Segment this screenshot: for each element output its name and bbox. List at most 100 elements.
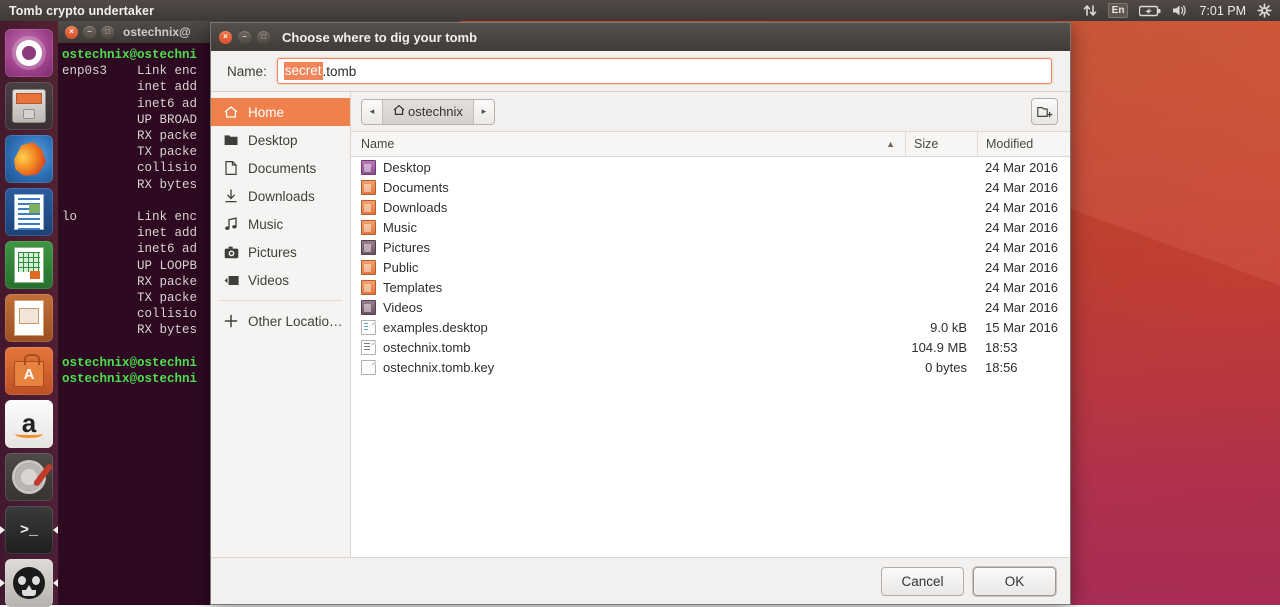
sidebar-item-desktop[interactable]: Desktop [211, 126, 350, 154]
ok-button[interactable]: OK [973, 567, 1056, 596]
libreoffice-calc-icon[interactable] [5, 241, 53, 289]
folder-icon [361, 200, 376, 215]
sidebar-item-pictures[interactable]: Pictures [211, 238, 350, 266]
file-modified-cell: 24 Mar 2016 [977, 220, 1070, 235]
file-row[interactable]: Desktop24 Mar 2016 [351, 157, 1070, 177]
file-size-cell: 104.9 MB [905, 340, 977, 355]
file-chooser-dialog[interactable]: × − □ Choose where to dig your tomb Name… [210, 22, 1071, 605]
launcher-slot-system-settings[interactable] [0, 453, 58, 501]
breadcrumb-label: ostechnix [408, 104, 463, 119]
file-modified-cell: 24 Mar 2016 [977, 180, 1070, 195]
terminal-maximize-button[interactable]: □ [101, 26, 114, 39]
launcher-slot-ubuntu-software[interactable]: A [0, 347, 58, 395]
new-folder-icon[interactable] [1031, 98, 1058, 125]
launcher-slot-libreoffice-impress[interactable] [0, 294, 58, 342]
tomb-icon[interactable] [5, 559, 53, 607]
path-back-arrow-icon[interactable]: ◂ [362, 100, 382, 124]
file-name-cell: examples.desktop [351, 320, 905, 335]
libreoffice-writer-icon[interactable] [5, 188, 53, 236]
sidebar-item-documents[interactable]: Documents [211, 154, 350, 182]
focused-indicator [53, 579, 58, 587]
launcher-slot-libreoffice-writer[interactable] [0, 188, 58, 236]
dialog-close-button[interactable]: × [219, 31, 232, 44]
clock[interactable]: 7:01 PM [1199, 4, 1246, 18]
filename-label: Name: [227, 64, 267, 79]
sidebar-item-label: Other Locatio… [248, 314, 343, 329]
sidebar-item-other-locatio[interactable]: Other Locatio… [211, 307, 350, 335]
cancel-button[interactable]: Cancel [881, 567, 964, 596]
sidebar-item-label: Desktop [248, 133, 298, 148]
amazon-icon[interactable]: a [5, 400, 53, 448]
system-settings-icon[interactable] [5, 453, 53, 501]
file-row[interactable]: Music 24 Mar 2016 [351, 217, 1070, 237]
battery-icon[interactable] [1139, 5, 1161, 17]
file-size-cell: 9.0 kB [905, 320, 977, 335]
file-list[interactable]: Desktop24 Mar 2016Documents24 Mar 2016Do… [351, 157, 1070, 557]
file-row[interactable]: Videos24 Mar 2016 [351, 297, 1070, 317]
pathbar[interactable]: ◂ ostechnix ▸ [361, 99, 495, 125]
top-panel: Tomb crypto undertaker En 7:01 PM [0, 0, 1280, 21]
sidebar-item-music[interactable]: Music [211, 210, 350, 238]
launcher-slot-firefox[interactable] [0, 135, 58, 183]
folder-icon [361, 240, 376, 255]
firefox-icon[interactable] [5, 135, 53, 183]
terminal-close-button[interactable]: × [65, 26, 78, 39]
file-icon [361, 320, 376, 335]
file-name-label: Documents [383, 180, 449, 195]
home-icon [393, 104, 405, 119]
file-name-label: ostechnix.tomb.key [383, 360, 494, 375]
folder-icon [361, 220, 376, 235]
column-header-name[interactable]: Name ▲ [351, 137, 905, 151]
terminal-icon[interactable]: >_ [5, 506, 53, 554]
files-icon[interactable] [5, 82, 53, 130]
file-name-label: Templates [383, 280, 442, 295]
file-row[interactable]: Public24 Mar 2016 [351, 257, 1070, 277]
dialog-titlebar[interactable]: × − □ Choose where to dig your tomb [211, 23, 1070, 51]
dialog-maximize-button[interactable]: □ [257, 31, 270, 44]
sidebar-item-home[interactable]: Home [211, 98, 350, 126]
sidebar-item-label: Videos [248, 273, 289, 288]
file-name-cell: Music [351, 220, 905, 235]
launcher-slot-terminal[interactable]: >_ [0, 506, 58, 554]
file-row[interactable]: ostechnix.tomb.key0 bytes18:56 [351, 357, 1070, 377]
launcher-slot-files[interactable] [0, 82, 58, 130]
ubuntu-dash-icon[interactable] [5, 29, 53, 77]
path-forward-arrow-icon[interactable]: ▸ [474, 100, 494, 124]
file-name-cell: Desktop [351, 160, 905, 175]
ubuntu-software-icon[interactable]: A [5, 347, 53, 395]
file-browser: ◂ ostechnix ▸ [351, 92, 1070, 557]
breadcrumb-ostechnix[interactable]: ostechnix [382, 100, 474, 124]
file-row[interactable]: Downloads24 Mar 2016 [351, 197, 1070, 217]
gear-session-icon[interactable] [1257, 3, 1272, 18]
file-name-cell: Public [351, 260, 905, 275]
plus-icon [223, 314, 239, 328]
panel-app-title[interactable]: Tomb crypto undertaker [0, 4, 154, 18]
file-row[interactable]: Templates24 Mar 2016 [351, 277, 1070, 297]
file-row[interactable]: ostechnix.tomb104.9 MB18:53 [351, 337, 1070, 357]
network-updown-icon[interactable] [1083, 4, 1097, 17]
file-row[interactable]: examples.desktop9.0 kB15 Mar 2016 [351, 317, 1070, 337]
download-icon [223, 189, 239, 203]
launcher-slot-libreoffice-calc[interactable] [0, 241, 58, 289]
volume-icon[interactable] [1172, 4, 1188, 17]
file-row[interactable]: Pictures24 Mar 2016 [351, 237, 1070, 257]
terminal-minimize-button[interactable]: − [83, 26, 96, 39]
file-name-label: Pictures [383, 240, 430, 255]
sidebar-item-label: Pictures [248, 245, 297, 260]
filename-input[interactable]: secret.tomb [277, 58, 1052, 84]
column-header-modified[interactable]: Modified [977, 132, 1070, 156]
focused-indicator [53, 526, 58, 534]
file-row[interactable]: Documents 24 Mar 2016 [351, 177, 1070, 197]
sidebar-item-downloads[interactable]: Downloads [211, 182, 350, 210]
dialog-minimize-button[interactable]: − [238, 31, 251, 44]
file-name-cell: Documents [351, 180, 905, 195]
launcher-slot-ubuntu-dash[interactable] [0, 29, 58, 77]
home-icon [223, 105, 239, 119]
keyboard-layout-indicator[interactable]: En [1108, 3, 1129, 18]
launcher-slot-tomb[interactable] [0, 559, 58, 607]
sidebar-item-videos[interactable]: Videos [211, 266, 350, 294]
launcher-slot-amazon[interactable]: a [0, 400, 58, 448]
file-name-label: Desktop [383, 160, 431, 175]
libreoffice-impress-icon[interactable] [5, 294, 53, 342]
column-header-size[interactable]: Size [905, 132, 977, 156]
